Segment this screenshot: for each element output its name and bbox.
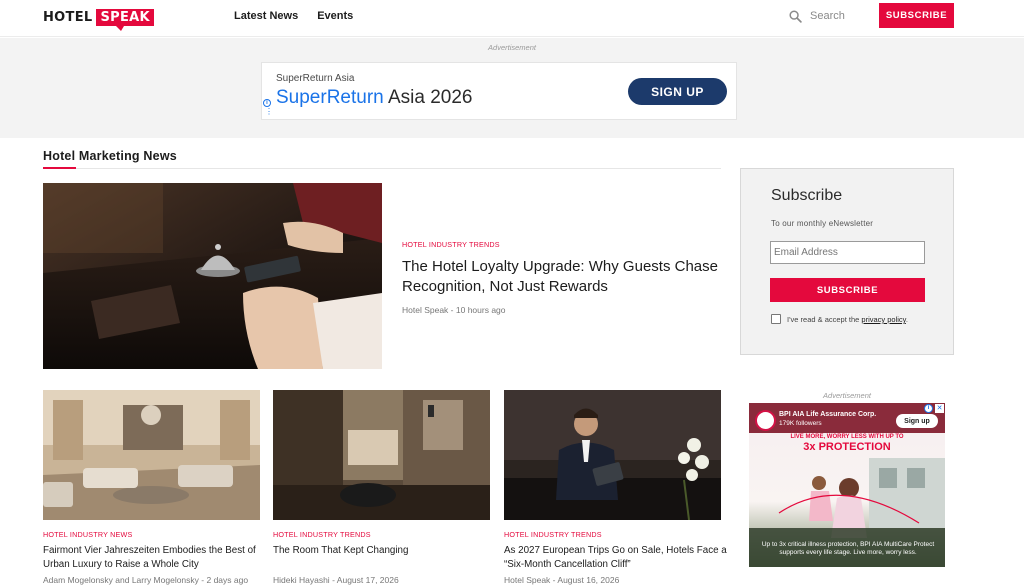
ad-menu-icon[interactable]: ⋮ [265, 108, 273, 116]
privacy-consent-checkbox[interactable] [771, 314, 781, 324]
main-nav: Latest News Events [234, 10, 353, 22]
banner-headline: SuperReturn Asia 2026 [276, 87, 472, 109]
bpi-aia-logo [755, 410, 776, 431]
advertisement-label: Advertisement [488, 43, 536, 52]
featured-kicker[interactable]: HOTEL INDUSTRY TRENDS [402, 240, 500, 249]
card-image-businessman[interactable] [504, 390, 721, 520]
card-meta: Hotel Speak - August 16, 2026 [504, 575, 620, 585]
side-ad-tagline: LIVE MORE, WORRY LESS WITH UP TO [790, 434, 904, 440]
card-image-room[interactable] [273, 390, 490, 520]
section-title: Hotel Marketing News [43, 149, 177, 163]
bpi-aia-sidebar-ad[interactable]: BPI AIA Life Assurance Corp. 179K follow… [749, 403, 945, 567]
featured-time: 10 hours ago [455, 305, 506, 315]
side-ad-advertiser: BPI AIA Life Assurance Corp. [779, 411, 877, 418]
card-title[interactable]: As 2027 European Trips Go on Sale, Hotel… [504, 544, 729, 571]
featured-author[interactable]: Hotel Speak [402, 305, 448, 315]
card-kicker[interactable]: HOTEL INDUSTRY TRENDS [273, 530, 371, 539]
card-kicker[interactable]: HOTEL INDUSTRY NEWS [43, 530, 133, 539]
search-box[interactable]: Search [789, 7, 859, 25]
nav-events[interactable]: Events [317, 10, 353, 22]
card-kicker[interactable]: HOTEL INDUSTRY TRENDS [504, 530, 602, 539]
banner-headline-rest: Asia 2026 [383, 87, 473, 108]
card-title[interactable]: The Room That Kept Changing [273, 544, 498, 558]
consent-text: I've read & accept the [787, 315, 862, 324]
privacy-policy-link[interactable]: privacy policy [861, 315, 905, 324]
featured-title[interactable]: The Hotel Loyalty Upgrade: Why Guests Ch… [402, 257, 722, 297]
card-time: 2 days ago [206, 575, 249, 585]
banner-headline-brand: SuperReturn [276, 87, 384, 108]
card-author[interactable]: Hotel Speak [504, 575, 550, 585]
section-accent-bar [43, 167, 76, 169]
card-time: August 17, 2026 [336, 575, 399, 585]
consent-end: . [905, 315, 908, 324]
banner-advertiser: SuperReturn Asia [276, 73, 355, 84]
search-icon [789, 9, 802, 23]
newsletter-subscribe-button[interactable]: SUBSCRIBE [770, 278, 925, 302]
card-time: August 16, 2026 [557, 575, 620, 585]
side-ad-followers: 179K followers [779, 420, 822, 427]
logo-word-speak: SPEAK [96, 8, 154, 31]
card-meta: Hideki Hayashi - August 17, 2026 [273, 575, 399, 585]
logo-word-hotel: HOTEL [43, 9, 93, 25]
card-author[interactable]: Adam Mogelonsky and Larry Mogelonsky [43, 575, 199, 585]
banner-signup-button[interactable]: SIGN UP [628, 78, 727, 105]
card-image-lobby[interactable] [43, 390, 260, 520]
superreturn-banner-ad[interactable]: SuperReturn Asia SuperReturn Asia 2026 S… [261, 62, 737, 120]
subscribe-description: To our monthly eNewsletter [771, 219, 874, 228]
site-header: HOTEL SPEAK Latest News Events Search SU… [0, 0, 1024, 37]
section-divider [43, 168, 721, 169]
featured-meta: Hotel Speak - 10 hours ago [402, 305, 506, 315]
close-icon[interactable]: ✕ [935, 404, 944, 413]
ad-info-icon[interactable]: i [924, 404, 933, 413]
side-ad-footer: Up to 3x critical illness protection, BP… [761, 541, 935, 556]
card-meta: Adam Mogelonsky and Larry Mogelonsky - 2… [43, 575, 249, 585]
top-ad-band: Advertisement SuperReturn Asia SuperRetu… [0, 38, 1024, 138]
email-field[interactable] [770, 241, 925, 264]
subscribe-title: Subscribe [771, 187, 843, 204]
ad-info-icon[interactable]: i [263, 99, 271, 107]
site-logo[interactable]: HOTEL SPEAK [43, 6, 154, 31]
nav-latest-news[interactable]: Latest News [234, 10, 298, 22]
sidebar-advertisement-label: Advertisement [823, 391, 871, 400]
side-ad-headline: 3x PROTECTION [803, 441, 891, 453]
card-author[interactable]: Hideki Hayashi [273, 575, 330, 585]
header-subscribe-button[interactable]: SUBSCRIBE [879, 3, 954, 28]
featured-article-image[interactable] [43, 183, 382, 369]
search-placeholder: Search [810, 10, 845, 22]
card-title[interactable]: Fairmont Vier Jahreszeiten Embodies the … [43, 544, 268, 571]
side-ad-signup-button[interactable]: Sign up [896, 414, 938, 428]
newsletter-subscribe-box: Subscribe To our monthly eNewsletter SUB… [740, 168, 954, 355]
privacy-consent-label: I've read & accept the privacy policy. [787, 315, 908, 324]
